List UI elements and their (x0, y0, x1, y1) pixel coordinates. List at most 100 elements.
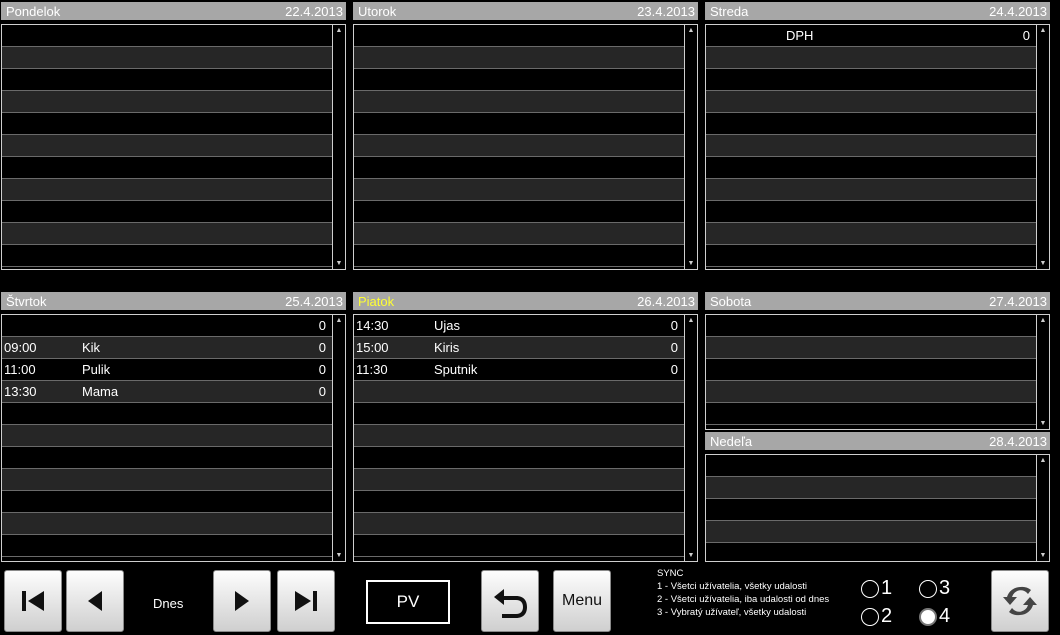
scroll-up-icon[interactable]: ▲ (1037, 25, 1049, 36)
scroll-down-icon[interactable]: ▼ (685, 258, 697, 269)
event-row[interactable] (2, 25, 332, 47)
event-list[interactable]: 14:30 Ujas 0 15:00 Kiris 0 11:30 Sputnik 0 ▲ ▼ (353, 314, 698, 562)
event-row[interactable]: 15:00 Kiris 0 (354, 337, 684, 359)
last-week-button[interactable] (277, 570, 335, 632)
scroll-up-icon[interactable]: ▲ (333, 315, 345, 326)
event-row[interactable] (706, 201, 1036, 223)
event-row[interactable] (706, 337, 1036, 359)
sync-radio-2[interactable]: 2 (861, 605, 892, 628)
sync-radio-1[interactable]: 1 (861, 577, 892, 600)
scroll-up-icon[interactable]: ▲ (1037, 455, 1049, 466)
event-row[interactable] (2, 91, 332, 113)
scroll-up-icon[interactable]: ▲ (1037, 315, 1049, 326)
event-row[interactable] (2, 469, 332, 491)
event-row[interactable] (2, 69, 332, 91)
event-row[interactable] (706, 315, 1036, 337)
scrollbar[interactable]: ▲ ▼ (1036, 25, 1049, 269)
event-row[interactable] (354, 25, 684, 47)
pv-button[interactable]: PV (366, 580, 450, 624)
scroll-up-icon[interactable]: ▲ (333, 25, 345, 36)
radio-circle[interactable] (919, 579, 937, 598)
scrollbar[interactable]: ▲ ▼ (684, 25, 697, 269)
event-row[interactable]: DPH 0 (706, 25, 1036, 47)
scroll-up-icon[interactable]: ▲ (685, 315, 697, 326)
event-row[interactable] (706, 359, 1036, 381)
event-row[interactable]: 09:00 Kik 0 (2, 337, 332, 359)
event-row[interactable] (354, 425, 684, 447)
event-row[interactable] (706, 521, 1036, 543)
event-list[interactable]: ▲ ▼ (353, 24, 698, 270)
day-header[interactable]: Štvrtok 25.4.2013 (1, 292, 346, 310)
event-row[interactable] (706, 477, 1036, 499)
event-row[interactable] (2, 535, 332, 557)
event-row[interactable] (354, 491, 684, 513)
event-row[interactable]: 11:00 Pulik 0 (2, 359, 332, 381)
event-row[interactable] (2, 157, 332, 179)
event-row[interactable] (2, 447, 332, 469)
event-row[interactable] (706, 47, 1036, 69)
scroll-up-icon[interactable]: ▲ (685, 25, 697, 36)
radio-circle[interactable] (861, 579, 879, 598)
event-row[interactable] (2, 47, 332, 69)
event-list[interactable]: DPH 0 ▲ ▼ (705, 24, 1050, 270)
event-row[interactable] (354, 403, 684, 425)
event-row[interactable] (354, 91, 684, 113)
first-week-button[interactable] (4, 570, 62, 632)
event-list[interactable]: ▲ ▼ (705, 314, 1050, 430)
day-header[interactable]: Sobota 27.4.2013 (705, 292, 1050, 310)
event-row[interactable] (2, 135, 332, 157)
event-list[interactable]: ▲ ▼ (705, 454, 1050, 562)
scrollbar[interactable]: ▲ ▼ (1036, 455, 1049, 561)
event-row[interactable] (706, 245, 1036, 267)
event-row[interactable] (354, 447, 684, 469)
scroll-down-icon[interactable]: ▼ (685, 550, 697, 561)
menu-button[interactable]: Menu (553, 570, 611, 632)
event-row[interactable] (706, 499, 1036, 521)
event-row[interactable] (706, 69, 1036, 91)
event-row[interactable] (706, 403, 1036, 425)
undo-button[interactable] (481, 570, 539, 632)
event-row[interactable] (354, 469, 684, 491)
event-row[interactable] (354, 381, 684, 403)
radio-circle[interactable] (861, 607, 879, 626)
event-row[interactable] (706, 543, 1036, 561)
scrollbar[interactable]: ▲ ▼ (1036, 315, 1049, 429)
event-row[interactable] (2, 425, 332, 447)
event-list[interactable]: 0 09:00 Kik 0 11:00 Pulik 0 13:30 Mama 0 ▲ ▼ (1, 314, 346, 562)
event-row[interactable] (354, 223, 684, 245)
sync-radio-3[interactable]: 3 (919, 577, 950, 600)
event-row[interactable] (354, 245, 684, 267)
event-row[interactable]: 0 (2, 315, 332, 337)
sync-radio-4[interactable]: 4 (919, 605, 950, 628)
event-row[interactable]: 14:30 Ujas 0 (354, 315, 684, 337)
event-row[interactable] (354, 535, 684, 557)
scrollbar[interactable]: ▲ ▼ (684, 315, 697, 561)
scrollbar[interactable]: ▲ ▼ (332, 315, 345, 561)
event-row[interactable] (354, 135, 684, 157)
event-row[interactable] (2, 113, 332, 135)
day-header[interactable]: Nedeľa 28.4.2013 (705, 432, 1050, 450)
day-header[interactable]: Pondelok 22.4.2013 (1, 2, 346, 20)
day-header[interactable]: Piatok 26.4.2013 (353, 292, 698, 310)
day-header[interactable]: Utorok 23.4.2013 (353, 2, 698, 20)
scroll-down-icon[interactable]: ▼ (1037, 258, 1049, 269)
event-row[interactable] (706, 455, 1036, 477)
event-row[interactable] (706, 91, 1036, 113)
event-row[interactable] (2, 179, 332, 201)
event-row[interactable] (706, 135, 1036, 157)
scroll-down-icon[interactable]: ▼ (333, 258, 345, 269)
sync-button[interactable] (991, 570, 1049, 632)
event-row[interactable] (354, 179, 684, 201)
event-row[interactable] (706, 381, 1036, 403)
event-list[interactable]: ▲ ▼ (1, 24, 346, 270)
event-row[interactable] (706, 157, 1036, 179)
event-row[interactable] (706, 113, 1036, 135)
today-button[interactable]: Dnes (153, 596, 183, 611)
radio-circle[interactable] (919, 607, 937, 626)
event-row[interactable] (2, 491, 332, 513)
scroll-down-icon[interactable]: ▼ (1037, 418, 1049, 429)
event-row[interactable] (354, 113, 684, 135)
event-row[interactable] (354, 513, 684, 535)
event-row[interactable] (2, 513, 332, 535)
event-row[interactable] (706, 223, 1036, 245)
